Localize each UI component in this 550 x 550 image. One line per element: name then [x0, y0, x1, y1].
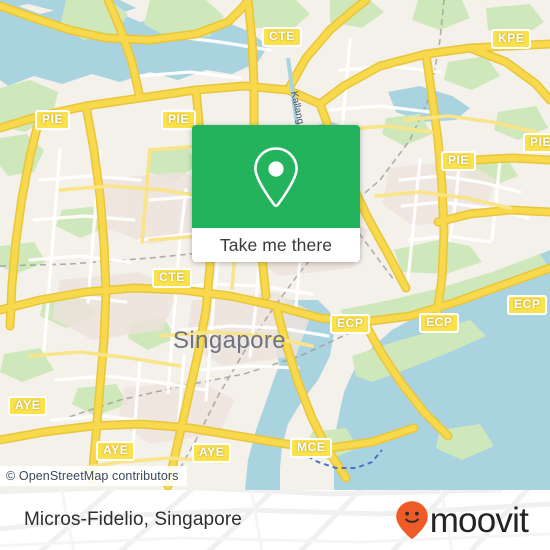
route-shield-pie: PIE — [441, 151, 477, 171]
osm-attribution: © OpenStreetMap contributors — [0, 466, 187, 486]
footer-bar: Micros-Fidelio, Singapore moovit — [0, 490, 550, 550]
moovit-smiley-pin-icon — [395, 501, 428, 539]
route-shield-mce: MCE — [290, 438, 333, 458]
route-shield-pie: PIE — [161, 110, 197, 130]
map-place-label: Singapore — [173, 327, 286, 354]
moovit-brand[interactable]: moovit — [395, 500, 529, 540]
route-shield-aye: AYE — [96, 441, 136, 461]
route-shield-ecp: ECP — [330, 314, 371, 334]
route-shield-cte: CTE — [152, 268, 192, 288]
location-title: Micros-Fidelio, Singapore — [24, 509, 242, 530]
take-me-there-callout[interactable]: Take me there — [192, 125, 360, 262]
route-shield-aye: AYE — [8, 396, 48, 416]
take-me-there-label: Take me there — [219, 234, 333, 255]
route-shield-ecp: ECP — [419, 313, 460, 333]
callout-icon-panel — [192, 125, 360, 228]
route-shield-pie: PIE — [35, 110, 71, 130]
moovit-wordmark: moovit — [429, 500, 529, 540]
callout-action-panel[interactable]: Take me there — [192, 228, 360, 262]
route-shield-pie: PIE — [523, 133, 550, 153]
route-shield-aye: AYE — [192, 443, 232, 463]
route-shield-cte: CTE — [262, 27, 302, 47]
map-pin-icon — [254, 146, 298, 207]
map-canvas[interactable]: Singapore Kallang CTE KPE PIE PIE PIE PIE CTE E… — [0, 0, 550, 490]
route-shield-ecp: ECP — [507, 295, 548, 315]
route-shield-kpe: KPE — [491, 29, 532, 49]
